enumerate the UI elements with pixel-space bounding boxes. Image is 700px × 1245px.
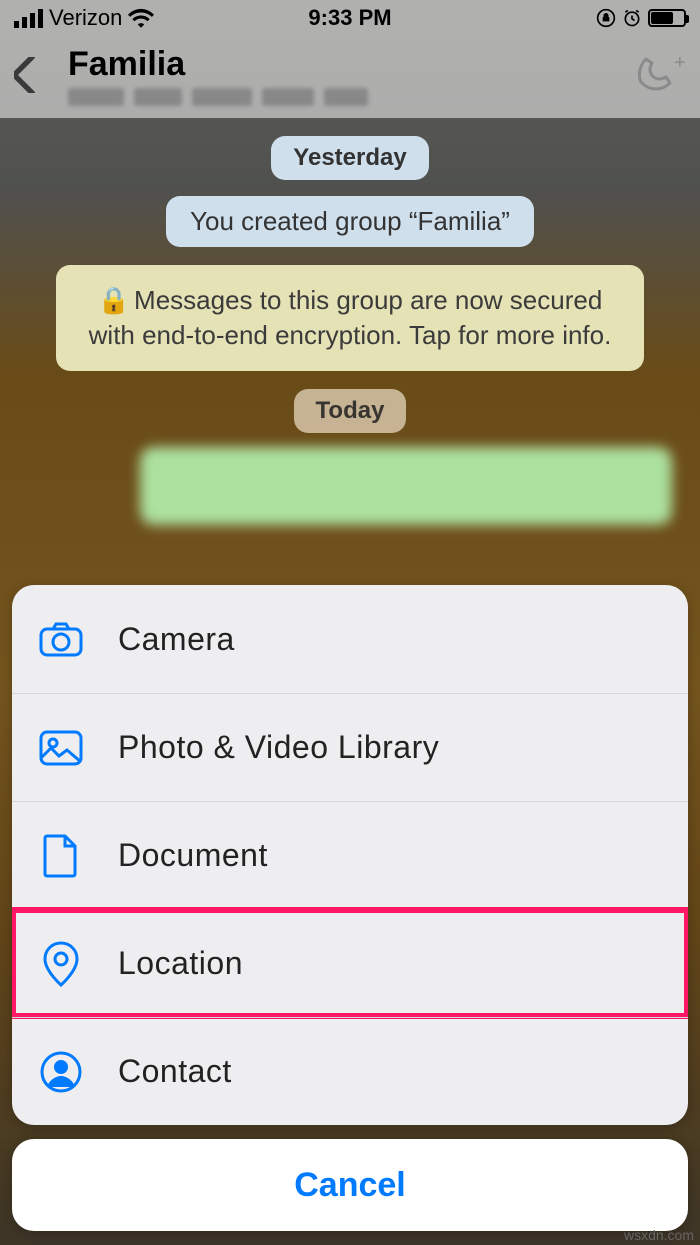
- action-contact[interactable]: Contact: [12, 1017, 688, 1125]
- svg-text:+: +: [674, 55, 686, 74]
- document-icon: [38, 834, 84, 878]
- action-camera[interactable]: Camera: [12, 585, 688, 693]
- chat-header: Familia +: [0, 36, 700, 118]
- attachment-action-sheet: Camera Photo & Video Library Document Lo…: [12, 585, 688, 1125]
- action-label: Contact: [118, 1053, 232, 1090]
- action-label: Camera: [118, 621, 235, 658]
- encryption-notice[interactable]: 🔒Messages to this group are now secured …: [56, 265, 644, 371]
- chat-subtitle: [68, 88, 634, 110]
- call-button[interactable]: +: [634, 55, 686, 100]
- clock: 9:33 PM: [0, 5, 700, 31]
- message-bubble[interactable]: [140, 447, 672, 525]
- camera-icon: [38, 621, 84, 657]
- photo-icon: [38, 730, 84, 766]
- date-separator: Today: [294, 389, 407, 433]
- action-label: Document: [118, 837, 268, 874]
- contact-icon: [38, 1051, 84, 1093]
- chat-title[interactable]: Familia: [68, 45, 634, 84]
- lock-icon: 🔒: [98, 285, 130, 315]
- action-photo-library[interactable]: Photo & Video Library: [12, 693, 688, 801]
- status-bar: Verizon 9:33 PM: [0, 0, 700, 36]
- action-document[interactable]: Document: [12, 801, 688, 909]
- date-separator: Yesterday: [271, 136, 428, 180]
- location-icon: [38, 941, 84, 987]
- cancel-button[interactable]: Cancel: [12, 1139, 688, 1231]
- battery-icon: [648, 9, 686, 27]
- action-location[interactable]: Location: [12, 909, 688, 1017]
- action-label: Photo & Video Library: [118, 729, 439, 766]
- system-message: You created group “Familia”: [166, 196, 534, 247]
- action-label: Location: [118, 945, 243, 982]
- back-button[interactable]: [14, 57, 64, 98]
- watermark: wsxdn.com: [624, 1227, 694, 1243]
